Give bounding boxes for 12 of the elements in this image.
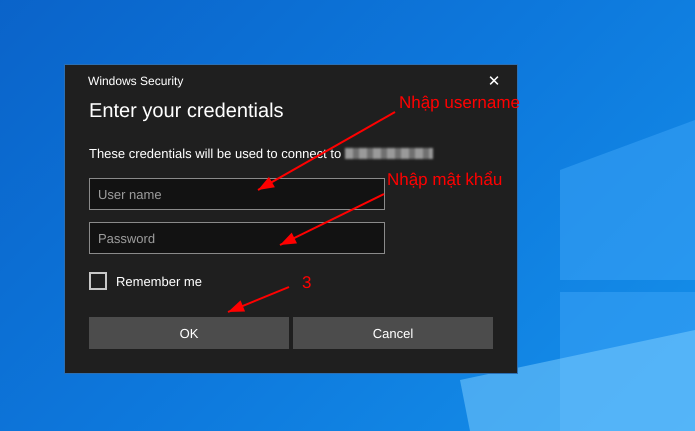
close-button[interactable]: ✕	[471, 65, 517, 97]
annotation-arrow	[228, 286, 290, 313]
remember-label: Remember me	[116, 274, 202, 288]
remember-checkbox[interactable]	[89, 272, 107, 290]
annotation-text: Nhập mật khẩu	[387, 170, 502, 190]
annotation-text: 3	[302, 273, 312, 294]
ok-button[interactable]: OK	[89, 317, 289, 349]
window-title: Windows Security	[88, 74, 184, 88]
dialog-heading: Enter your credentials	[89, 100, 284, 123]
cancel-button[interactable]: Cancel	[293, 317, 493, 349]
password-field[interactable]: Password	[89, 222, 385, 254]
username-field[interactable]: User name	[89, 178, 385, 210]
